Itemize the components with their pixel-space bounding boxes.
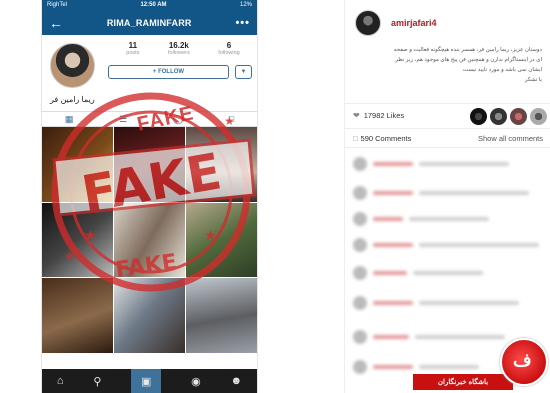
grid-photo[interactable] <box>114 278 185 353</box>
status-bar: RighTel 12:50 AM 12% <box>42 0 257 10</box>
profile-header: 11 posts 16.2k followers 6 following + F… <box>42 35 257 111</box>
blurred-comment <box>353 212 489 226</box>
profile-username: RIMA_RAMINFARR <box>106 17 192 28</box>
liker-avatars <box>470 108 547 125</box>
grid-photo[interactable] <box>186 278 257 353</box>
more-dots-icon[interactable]: ••• <box>235 17 250 29</box>
list-view-icon[interactable]: ☰ <box>119 114 127 125</box>
liker-avatar[interactable] <box>470 108 487 125</box>
post-author-avatar[interactable] <box>355 10 381 36</box>
likes-row: ❤ 17982 Likes <box>345 103 550 127</box>
caption-line: با تشکر <box>524 77 542 83</box>
post-author-username[interactable]: amirjafari4 <box>391 18 437 28</box>
follow-button[interactable]: + FOLLOW <box>108 65 229 79</box>
stat-following[interactable]: 6 following <box>218 41 239 56</box>
grid-photo[interactable] <box>42 127 113 202</box>
home-icon[interactable]: ⌂ <box>57 375 64 387</box>
blurred-comment <box>353 330 505 344</box>
show-all-comments-link[interactable]: Show all comments <box>478 134 543 143</box>
grid-photo[interactable] <box>42 278 113 353</box>
caption-line: ای در اینستاگرام ندارن و همچنین فن پیج ه… <box>395 57 542 63</box>
screenshot-composite: RighTel 12:50 AM 12% ← RIMA_RAMINFARR ••… <box>0 0 550 393</box>
blurred-comment <box>353 157 509 171</box>
activity-icon[interactable]: ◉ <box>191 375 201 388</box>
grid-photo[interactable] <box>186 127 257 202</box>
grid-photo[interactable] <box>114 202 185 278</box>
stat-followers-count: 16.2k <box>168 41 189 50</box>
tagged-icon[interactable]: □ <box>229 114 234 124</box>
blurred-comment <box>353 296 519 310</box>
grid-view-icon[interactable]: ▦ <box>65 114 74 125</box>
back-arrow-icon[interactable]: ← <box>49 16 63 30</box>
liker-avatar[interactable] <box>490 108 507 125</box>
comments-count-wrap: □ 590 Comments <box>353 134 411 143</box>
comments-count: 590 Comments <box>360 133 412 143</box>
watermark-text: باشگاه خبرنگاران <box>413 374 513 390</box>
blurred-comment <box>353 266 483 280</box>
stat-followers[interactable]: 16.2k followers <box>168 41 190 56</box>
caption-line: دوستان عزیز، ریما رامین فر، همسر بنده هی… <box>393 47 542 53</box>
likes-count[interactable]: 17982 Likes <box>364 111 404 120</box>
comments-row: □ 590 Comments Show all comments <box>345 128 550 148</box>
news-agency-logo-icon: ف <box>513 350 532 370</box>
liker-avatar[interactable] <box>510 108 527 125</box>
instagram-profile-phone: RighTel 12:50 AM 12% ← RIMA_RAMINFARR ••… <box>41 0 258 393</box>
instagram-post-panel: amirjafari4 دوستان عزیز، ریما رامین فر، … <box>344 0 550 393</box>
grid-photo[interactable] <box>42 202 113 278</box>
camera-icon[interactable]: ▣ <box>131 369 162 393</box>
carrier-label: RighTel <box>47 2 68 8</box>
battery-label: 12% <box>239 2 252 8</box>
profile-navbar: ← RIMA_RAMINFARR ••• <box>42 10 257 35</box>
blurred-comment <box>353 186 529 200</box>
stat-posts-count: 11 <box>128 41 138 50</box>
stat-following-count: 6 <box>226 41 232 50</box>
stat-posts-label: posts <box>126 50 140 56</box>
suggested-dropdown-button[interactable]: ▼ <box>235 65 252 79</box>
photo-grid <box>42 127 257 353</box>
profile-avatar[interactable] <box>50 43 95 88</box>
caption-line: ایشان نمی باشد و مورد تایید نیست <box>462 67 542 73</box>
chevron-down-icon: ▼ <box>240 69 247 75</box>
post-header: amirjafari4 <box>355 10 437 36</box>
bottom-tab-bar: ⌂ ⚲ ▣ ◉ ☻ <box>42 369 257 393</box>
stat-followers-label: followers <box>168 50 190 56</box>
profile-stats: 11 posts 16.2k followers 6 following <box>112 41 254 56</box>
post-caption: دوستان عزیز، ریما رامین فر، همسر بنده هی… <box>352 45 542 85</box>
grid-photo[interactable] <box>114 127 185 202</box>
blurred-comment <box>353 360 479 374</box>
search-icon[interactable]: ⚲ <box>93 375 101 388</box>
stat-posts[interactable]: 11 posts <box>126 41 139 56</box>
clock-label: 12:50 AM <box>140 2 167 8</box>
heart-icon[interactable]: ❤ <box>353 111 360 120</box>
blurred-comment <box>353 238 539 252</box>
liker-avatar[interactable] <box>530 108 547 125</box>
stat-following-label: following <box>218 50 240 56</box>
comment-bubble-icon: □ <box>353 133 358 143</box>
grid-photo[interactable] <box>186 202 257 278</box>
profile-display-name: ریما رامین فر <box>50 95 95 104</box>
profile-icon[interactable]: ☻ <box>230 375 242 387</box>
